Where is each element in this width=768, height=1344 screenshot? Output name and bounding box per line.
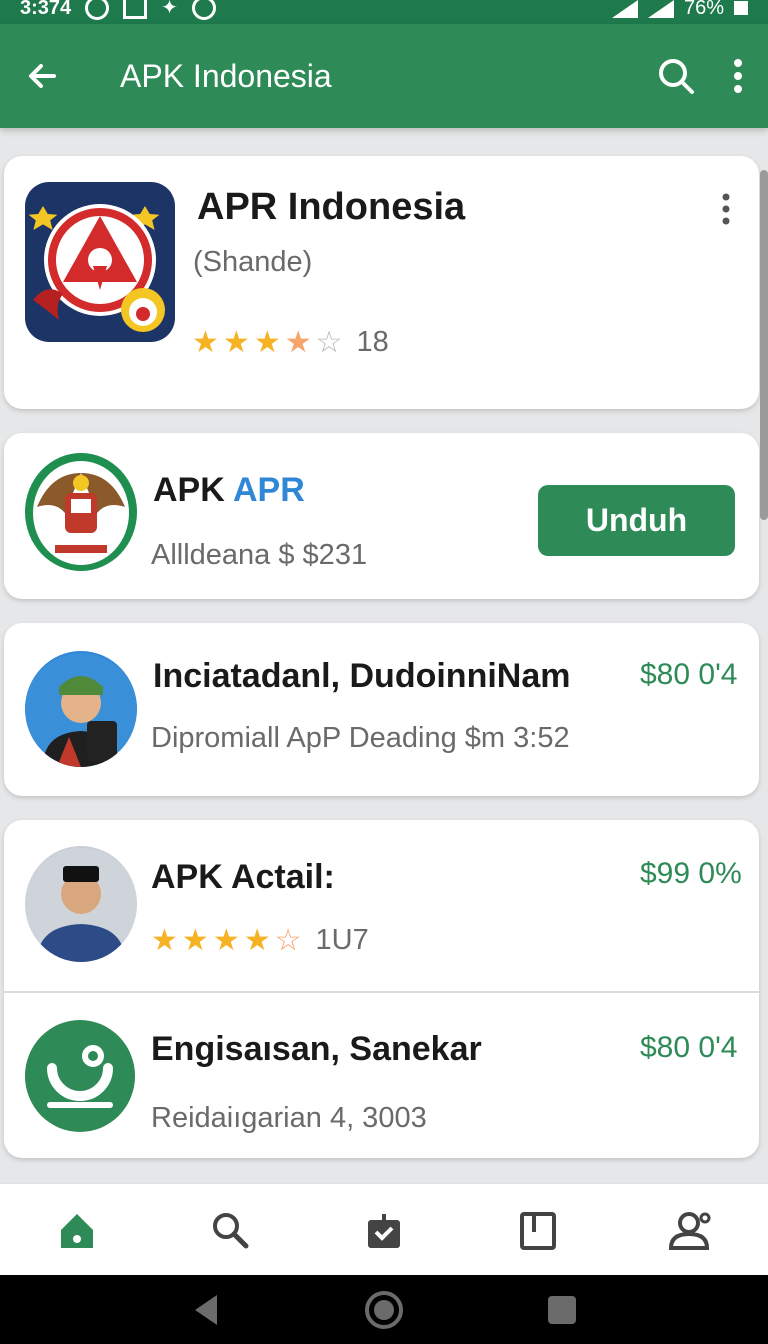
system-recents-icon[interactable] [547,1295,577,1325]
star-full-icon: ★ [151,923,178,957]
star-full-icon: ★ [212,923,240,957]
battery-percent: 76% [683,0,724,19]
bottom-navigation [0,1183,768,1275]
library-icon[interactable] [498,1190,578,1270]
back-arrow-icon[interactable] [24,58,60,94]
notification-icon [85,0,110,20]
star-full-icon: ★ [243,923,271,957]
star-full-icon: ★ [181,923,209,957]
app-bar: APK Indonesia [0,24,768,128]
star-half-icon: ★ [253,325,281,359]
rating-stars: ★ ★ ★ ★ ☆ 18 [192,326,389,359]
more-vert-icon[interactable] [720,192,732,226]
app-list-card-group: APK Actail: ★ ★ ★ ★ ☆ 1U7 $99 0% Engisaı… [4,820,759,1158]
app-title-part1: APK [153,471,225,509]
more-vert-icon[interactable] [732,58,744,94]
star-empty-icon: ☆ [315,325,343,359]
search-icon[interactable] [656,56,696,96]
scrollbar[interactable] [760,170,768,520]
app-icon-garuda [25,453,137,571]
home-icon[interactable] [37,1190,117,1270]
system-back-icon[interactable] [191,1293,221,1327]
search-icon[interactable] [190,1190,270,1270]
rating-count: 18 [356,326,389,358]
app-price: $99 0% [640,857,742,890]
signal-icon [611,0,638,18]
app-price: $80 0'4 [640,1031,738,1064]
app-list-card[interactable]: Inciatadanl, DudoinniNam Dipromiall ApP … [4,623,759,796]
app-icon-avatar [25,651,137,767]
app-icon-person [25,846,137,962]
install-button[interactable]: Unduh [538,485,735,556]
app-title: APK APR [153,471,305,510]
app-title: APK Actail: [151,858,335,896]
star-full-icon: ★ [192,325,219,359]
app-install-card[interactable]: APK APR Allldeana $ $231 Unduh [4,433,759,599]
app-title-part2: APR [232,471,305,509]
screenshot-icon [123,0,148,19]
list-divider [4,991,759,993]
rating-stars: ★ ★ ★ ★ ☆ 1U7 [151,924,369,957]
app-icon-apr-indonesia [25,182,175,342]
app-price: $80 0'4 [640,658,738,691]
star-half-icon: ☆ [274,923,302,957]
status-bar: 3:374 ✦ 76% [0,0,768,24]
star-half-icon: ★ [284,325,312,359]
app-developer: (Shande) [193,246,313,278]
signal-icon-2 [647,0,674,18]
account-icon[interactable] [651,1190,731,1270]
downloads-icon[interactable] [344,1190,424,1270]
star-full-icon: ★ [222,325,250,359]
app-subtitle: Dipromiall ApP Deading $m 3:52 [151,722,570,754]
system-navigation-bar [0,1275,768,1344]
wifi-icon: ✦ [161,0,178,19]
sync-icon [191,0,216,20]
featured-app-card[interactable]: APR Indonesia (Shande) ★ ★ ★ ★ ☆ 18 [4,156,759,409]
page-title: APK Indonesia [120,57,332,94]
app-subtitle: Reidaiıgarian 4, 3003 [151,1102,427,1134]
app-title: Engisaısan, Sanekar [151,1030,482,1068]
rating-count: 1U7 [315,924,369,956]
app-subtitle: Allldeana $ $231 [151,539,368,571]
app-icon-green-logo [25,1020,135,1132]
system-home-icon[interactable] [364,1290,404,1330]
battery-icon [734,1,748,15]
status-time: 3:374 [20,0,72,19]
app-title: Inciatadanl, DudoinniNam [153,657,571,695]
app-title: APR Indonesia [197,186,466,228]
